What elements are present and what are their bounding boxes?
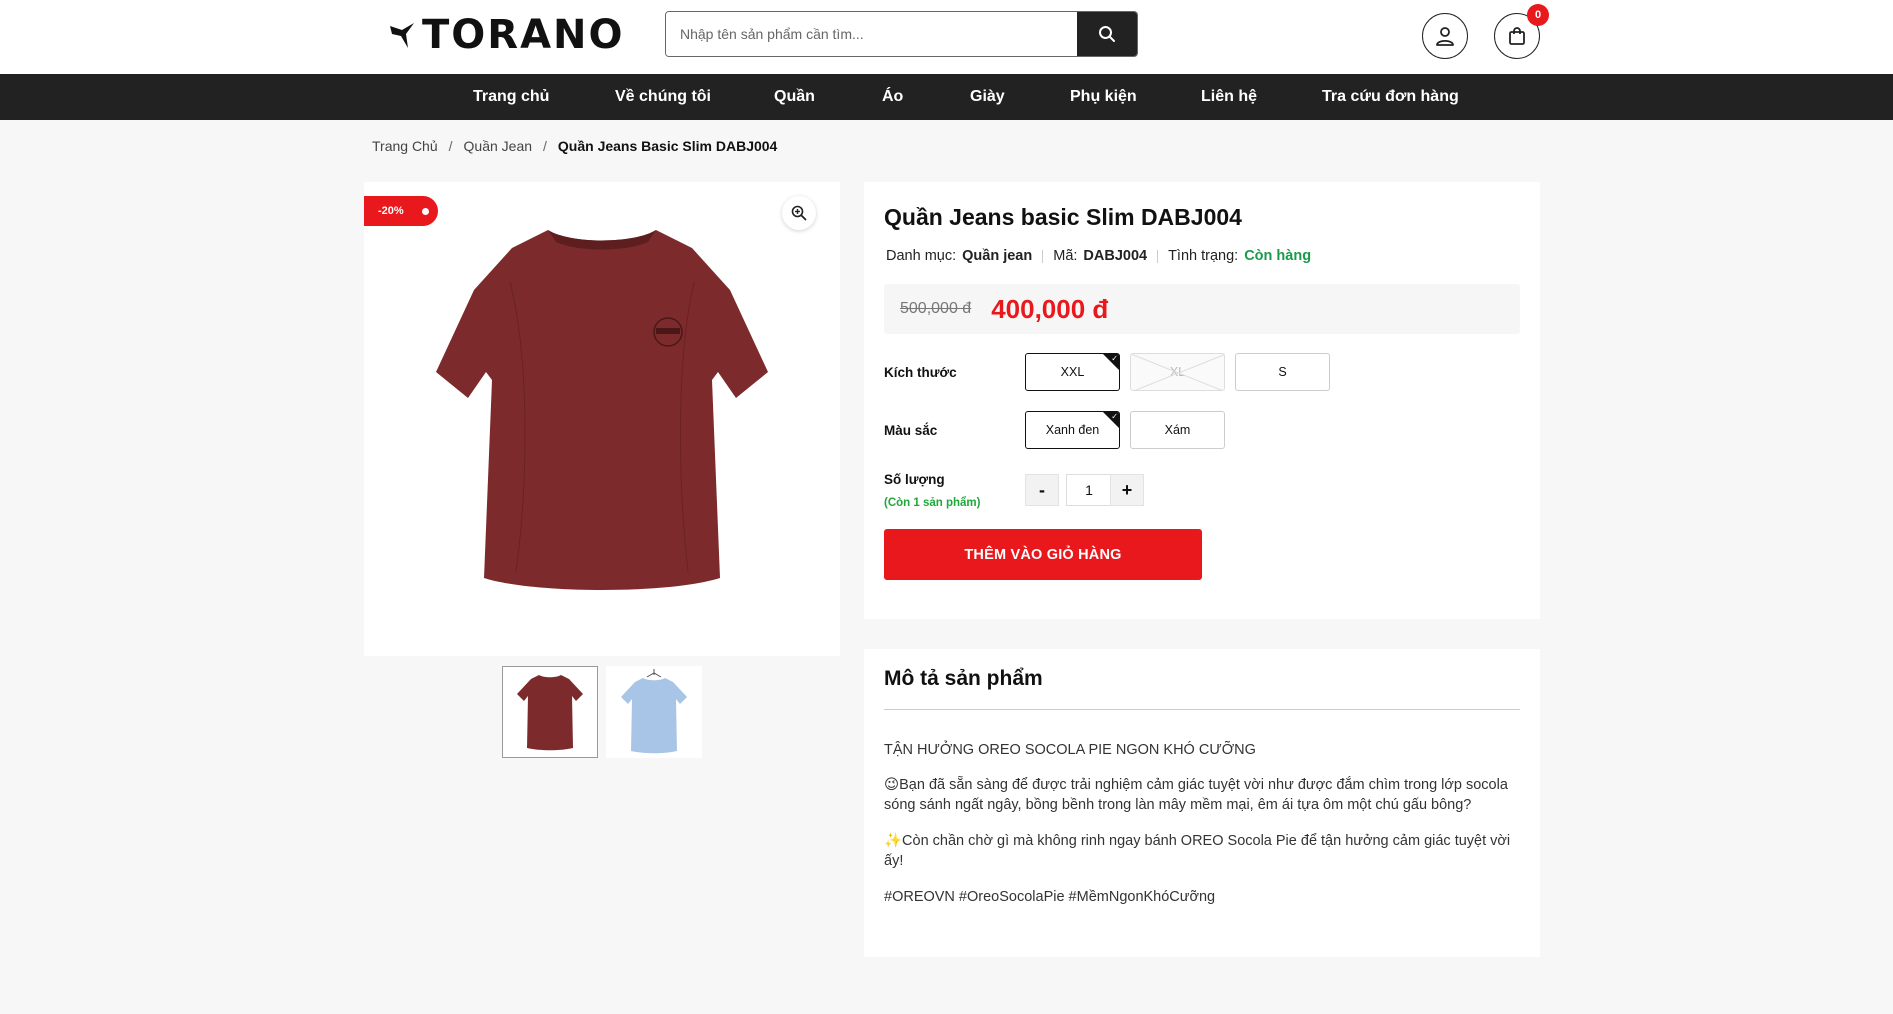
- size-label: Kích thước: [884, 365, 957, 380]
- category-value[interactable]: Quần jean: [962, 248, 1032, 264]
- code-value: DABJ004: [1083, 248, 1148, 264]
- breadcrumb-current: Quần Jeans Basic Slim DABJ004: [557, 138, 778, 154]
- logo-bird-icon: [390, 23, 414, 48]
- nav-item-about[interactable]: Về chúng tôi: [615, 74, 711, 120]
- quantity-decrease-button[interactable]: -: [1025, 474, 1059, 506]
- cart-count-badge: 0: [1527, 4, 1549, 26]
- size-option-s[interactable]: S: [1235, 353, 1330, 391]
- nav-item-order-lookup[interactable]: Tra cứu đơn hàng: [1322, 74, 1459, 120]
- main-nav: Trang chủ Về chúng tôi Quần Áo Giày Phụ …: [0, 74, 1893, 120]
- size-option-xxl[interactable]: XXL ✓: [1025, 353, 1120, 391]
- stock-status: Còn hàng: [1244, 248, 1312, 264]
- thumbnail-2[interactable]: [606, 666, 702, 758]
- search-bar: [665, 11, 1138, 57]
- quantity-increase-button[interactable]: +: [1110, 474, 1144, 506]
- quantity-input[interactable]: 1: [1066, 474, 1112, 506]
- color-option-label: Xanh đen: [1045, 423, 1100, 437]
- description-heading: Mô tả sản phẩm: [884, 667, 1043, 690]
- color-label: Màu sắc: [884, 423, 938, 438]
- stock-remaining-note: (Còn 1 sản phẩm): [884, 497, 981, 509]
- product-description: Mô tả sản phẩm TẬN HƯỞNG OREO SOCOLA PIE…: [864, 649, 1540, 957]
- color-option-gray[interactable]: Xám: [1130, 411, 1225, 449]
- search-button[interactable]: [1077, 12, 1137, 56]
- shopping-bag-icon: [1509, 27, 1525, 45]
- thumbnail-1[interactable]: [502, 666, 598, 758]
- description-paragraph: ✨Còn chần chờ gì mà không rinh ngay bánh…: [884, 833, 1511, 869]
- sale-price: 400,000 đ: [991, 293, 1109, 324]
- discount-badge-text: -20%: [378, 205, 404, 217]
- product-info-panel: Quần Jeans basic Slim DABJ004 Danh mục: …: [864, 182, 1540, 619]
- nav-item-shoes[interactable]: Giày: [970, 74, 1005, 120]
- site-logo[interactable]: TORANO: [388, 12, 625, 58]
- nav-item-contact[interactable]: Liên hệ: [1201, 74, 1257, 120]
- size-option-label: XXL: [1060, 365, 1085, 379]
- check-icon: ✓: [1111, 354, 1118, 363]
- add-to-cart-button[interactable]: THÊM VÀO GIỎ HÀNG: [884, 529, 1202, 580]
- product-meta: Danh mục: Quần jean Mã: DABJ004 Tình trạ…: [886, 248, 1311, 264]
- t-shirt-thumb-image: [517, 675, 583, 751]
- t-shirt-thumb-image: [621, 669, 687, 754]
- search-icon: [1099, 26, 1115, 42]
- color-option-navy[interactable]: Xanh đen ✓: [1025, 411, 1120, 449]
- color-option-label: Xám: [1164, 423, 1191, 437]
- nav-item-accessories[interactable]: Phụ kiện: [1070, 74, 1137, 120]
- product-title: Quần Jeans basic Slim DABJ004: [884, 204, 1242, 230]
- meta-divider: [1157, 249, 1159, 263]
- unavailable-cross: [1131, 354, 1224, 390]
- site-header: TORANO 0: [0, 0, 1893, 74]
- code-label: Mã:: [1053, 248, 1078, 264]
- price-box: 500,000 đ 400,000 đ: [884, 284, 1520, 334]
- quantity-label: Số lượng: [884, 472, 945, 487]
- size-option-label: S: [1278, 365, 1287, 379]
- nav-item-pants[interactable]: Quần: [774, 74, 815, 120]
- description-divider: [884, 709, 1520, 710]
- logo-text: TORANO: [422, 12, 625, 58]
- meta-divider: [1042, 249, 1044, 263]
- old-price: 500,000 đ: [900, 300, 972, 317]
- discount-badge: -20%: [364, 196, 438, 226]
- search-input[interactable]: [666, 12, 1077, 56]
- description-paragraph: #OREOVN #OreoSocolaPie #MềmNgonKhóCưỡng: [884, 889, 1216, 905]
- account-button[interactable]: [1422, 13, 1468, 59]
- badge-dot: [422, 208, 429, 215]
- category-label: Danh mục:: [886, 248, 957, 264]
- nav-item-home[interactable]: Trang chủ: [473, 74, 549, 120]
- zoom-in-icon: [791, 205, 807, 221]
- breadcrumb: Trang Chủ / Quần Jean / Quần Jeans Basic…: [372, 138, 778, 154]
- breadcrumb-home[interactable]: Trang Chủ: [372, 138, 438, 154]
- breadcrumb-category[interactable]: Quần Jean: [464, 138, 533, 154]
- description-paragraph: TẬN HƯỞNG OREO SOCOLA PIE NGON KHÓ CƯỠNG: [884, 742, 1256, 758]
- status-label: Tình trạng:: [1168, 248, 1239, 264]
- t-shirt-image: [436, 230, 768, 590]
- size-option-xl: XL: [1130, 353, 1225, 391]
- description-paragraph: 😉Bạn đã sẵn sàng để được trải nghiệm cảm…: [884, 777, 1508, 813]
- check-icon: ✓: [1111, 412, 1118, 421]
- zoom-button[interactable]: [782, 196, 816, 230]
- user-icon: [1436, 27, 1454, 46]
- nav-item-shirts[interactable]: Áo: [882, 74, 903, 120]
- product-main-image[interactable]: -20%: [364, 182, 840, 656]
